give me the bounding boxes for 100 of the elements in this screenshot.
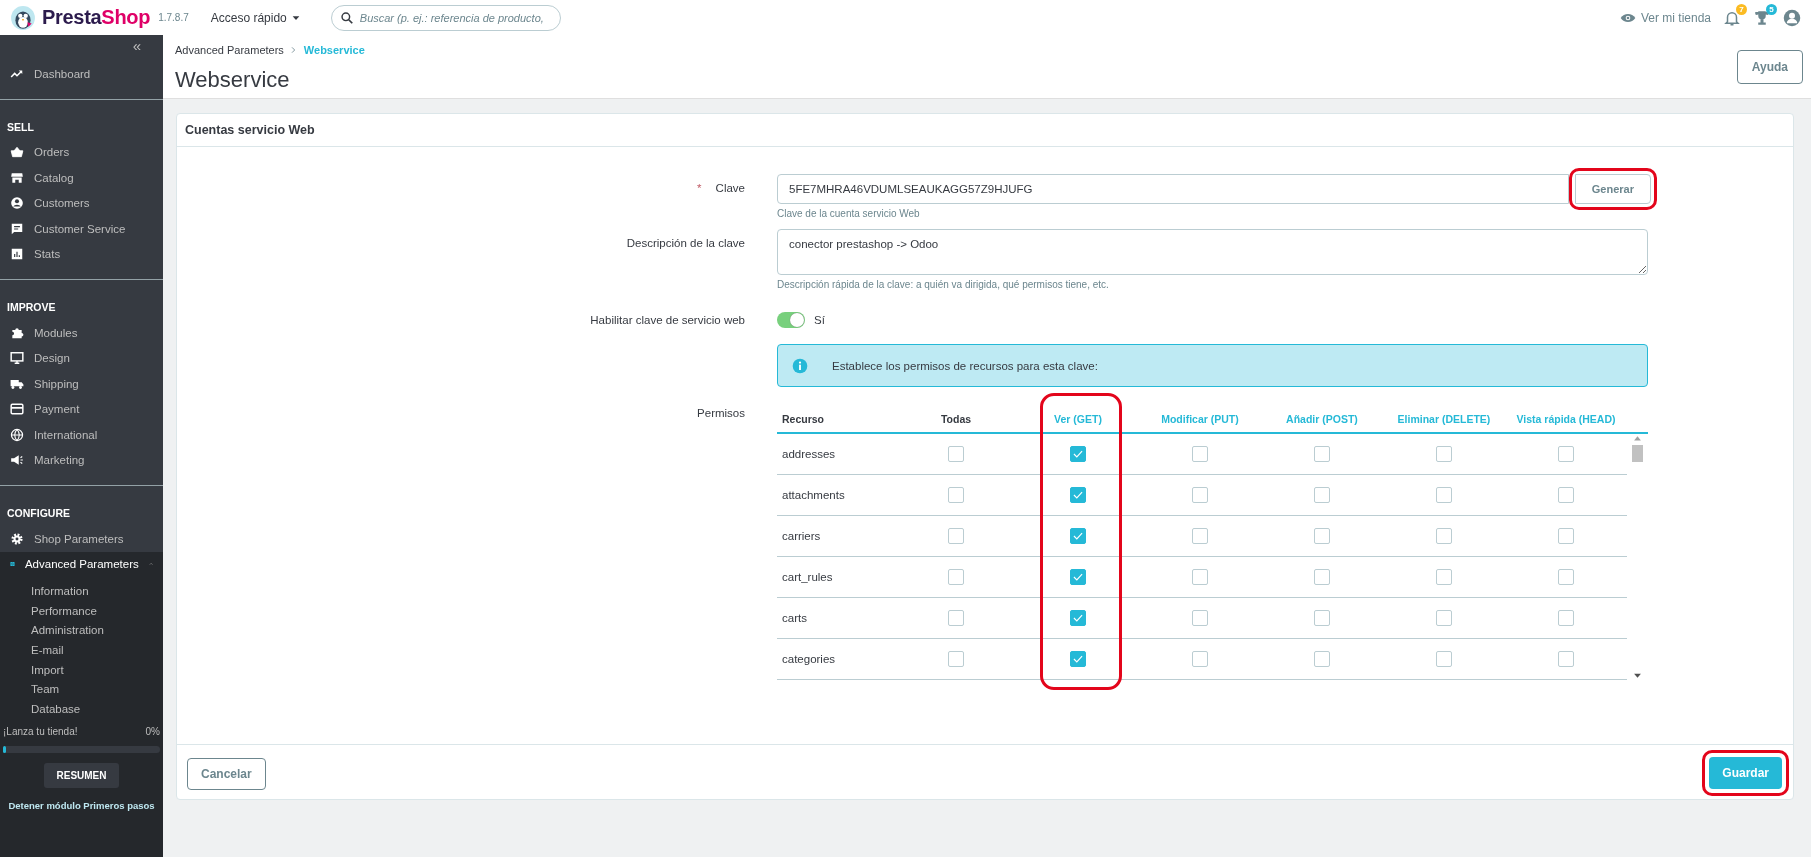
info-icon	[792, 357, 808, 374]
toggle-switch[interactable]	[777, 312, 805, 328]
field-label: Permisos	[697, 407, 745, 419]
submenu-item[interactable]: E-mail	[0, 641, 163, 661]
globe-icon	[10, 427, 24, 442]
help-button[interactable]: Ayuda	[1736, 49, 1803, 84]
checkbox[interactable]	[1070, 569, 1086, 585]
view-store-link[interactable]: Ver mi tienda	[1619, 9, 1711, 26]
required-mark: *	[697, 182, 702, 194]
collapse-sidebar-button[interactable]: «	[132, 39, 141, 53]
checkbox[interactable]	[1558, 528, 1574, 544]
checkbox[interactable]	[1192, 528, 1208, 544]
menu-item[interactable]: Customers	[0, 190, 163, 216]
checkbox[interactable]	[1192, 487, 1208, 503]
menu-item[interactable]: Modules	[0, 320, 163, 346]
summary-button[interactable]: RESUMEN	[44, 762, 119, 788]
menu-item[interactable]: Design	[0, 345, 163, 371]
checkbox[interactable]	[1558, 610, 1574, 626]
checkbox[interactable]	[1436, 651, 1452, 667]
checkbox[interactable]	[1070, 487, 1086, 503]
menu-item[interactable]: International	[0, 422, 163, 448]
help-text: Descripción rápida de la clave: a quién va dirigida, qué permisos tiene, etc.	[777, 279, 1110, 290]
field-label: Habilitar clave de servicio web	[590, 314, 745, 326]
resource-name: carts	[777, 598, 895, 639]
checkbox[interactable]	[1436, 487, 1452, 503]
checkbox[interactable]	[1314, 487, 1330, 503]
checkbox[interactable]	[1192, 446, 1208, 462]
credit-card-icon	[10, 402, 24, 417]
checkbox[interactable]	[1070, 610, 1086, 626]
checkbox[interactable]	[1314, 651, 1330, 667]
checkbox[interactable]	[1314, 610, 1330, 626]
checkbox[interactable]	[1436, 610, 1452, 626]
checkbox[interactable]	[948, 651, 964, 667]
version-label: 1.7.8.7	[158, 12, 189, 23]
menu-item[interactable]: Dashboard	[0, 61, 163, 87]
menu-item[interactable]: Shipping	[0, 371, 163, 397]
menu-item[interactable]: Marketing	[0, 447, 163, 473]
launch-progress-percent: 0%	[145, 725, 160, 737]
quick-access-dropdown[interactable]: Acceso rápido	[210, 10, 301, 25]
key-input-field[interactable]: 5FE7MHRA46VDUMLSEAUKAGG57Z9HJUFG	[777, 174, 1569, 204]
checkbox[interactable]	[948, 610, 964, 626]
stop-module-link[interactable]: Detener módulo Primeros pasos	[3, 799, 160, 811]
checkbox[interactable]	[1314, 528, 1330, 544]
search-icon	[339, 10, 354, 25]
submenu-item[interactable]: Performance	[0, 601, 163, 622]
chat-icon	[10, 221, 24, 236]
help-text: Clave de la cuenta servicio Web	[777, 208, 921, 219]
checkbox[interactable]	[1314, 569, 1330, 585]
checkbox[interactable]	[1192, 651, 1208, 667]
checkbox[interactable]	[1314, 446, 1330, 462]
menu-item[interactable]: Shop Parameters	[0, 526, 163, 552]
store-icon	[10, 170, 24, 185]
checkbox[interactable]	[1558, 569, 1574, 585]
checkbox[interactable]	[1436, 569, 1452, 585]
checkbox[interactable]	[1558, 651, 1574, 667]
menu-item[interactable]: Orders	[0, 139, 163, 165]
menu-item[interactable]: Catalog	[0, 165, 163, 191]
checkbox[interactable]	[1192, 610, 1208, 626]
checkbox[interactable]	[948, 446, 964, 462]
checkbox[interactable]	[1558, 487, 1574, 503]
search-field[interactable]: Buscar (p. ej.: referencia de producto,	[330, 4, 561, 31]
description-field[interactable]: conector prestashop -> Odoo	[777, 229, 1648, 275]
checkbox[interactable]	[948, 569, 964, 585]
breadcrumb-link[interactable]: Advanced Parameters	[175, 43, 284, 56]
column-header: Todas	[895, 403, 1017, 434]
settings-icon	[10, 531, 24, 546]
checkbox[interactable]	[948, 528, 964, 544]
menu-item[interactable]: Stats	[0, 241, 163, 267]
menu-item[interactable]: Customer Service	[0, 216, 163, 242]
checkbox[interactable]	[1436, 528, 1452, 544]
section-heading: CONFIGURE	[6, 506, 71, 521]
submenu-item[interactable]: Team	[0, 680, 163, 701]
checkbox[interactable]	[1436, 446, 1452, 462]
submenu-item[interactable]: Information	[0, 582, 163, 602]
resource-name: attachments	[777, 475, 895, 516]
page-title: Webservice	[175, 66, 291, 93]
checkbox[interactable]	[1192, 569, 1208, 585]
logo-text: PrestaShop	[42, 6, 151, 29]
toggle-label: Sí	[814, 314, 825, 326]
submenu-item[interactable]: Database	[0, 700, 163, 720]
column-header: Añadir (POST)	[1261, 403, 1383, 434]
column-header: Modificar (PUT)	[1139, 403, 1261, 434]
submenu-item[interactable]: Administration	[0, 621, 163, 642]
checkbox[interactable]	[948, 487, 964, 503]
generate-button[interactable]: Generar	[1574, 174, 1651, 204]
submenu-item[interactable]: Import	[0, 660, 163, 681]
checkbox[interactable]	[1558, 446, 1574, 462]
menu-item[interactable]: Payment	[0, 396, 163, 422]
checkbox[interactable]	[1070, 528, 1086, 544]
section-heading: IMPROVE	[6, 300, 57, 315]
puzzle-icon	[10, 325, 24, 340]
bar-chart-icon	[10, 247, 24, 262]
checkbox[interactable]	[1070, 446, 1086, 462]
scrollbar-thumb[interactable]	[1632, 445, 1643, 462]
launch-progress-label: ¡Lanza tu tienda!	[3, 725, 78, 737]
checkbox[interactable]	[1070, 651, 1086, 667]
trophy-icon[interactable]	[1753, 8, 1771, 27]
field-label: Descripción de la clave	[626, 237, 745, 249]
cancel-button[interactable]: Cancelar	[187, 757, 266, 790]
user-avatar-icon[interactable]	[1783, 8, 1801, 27]
